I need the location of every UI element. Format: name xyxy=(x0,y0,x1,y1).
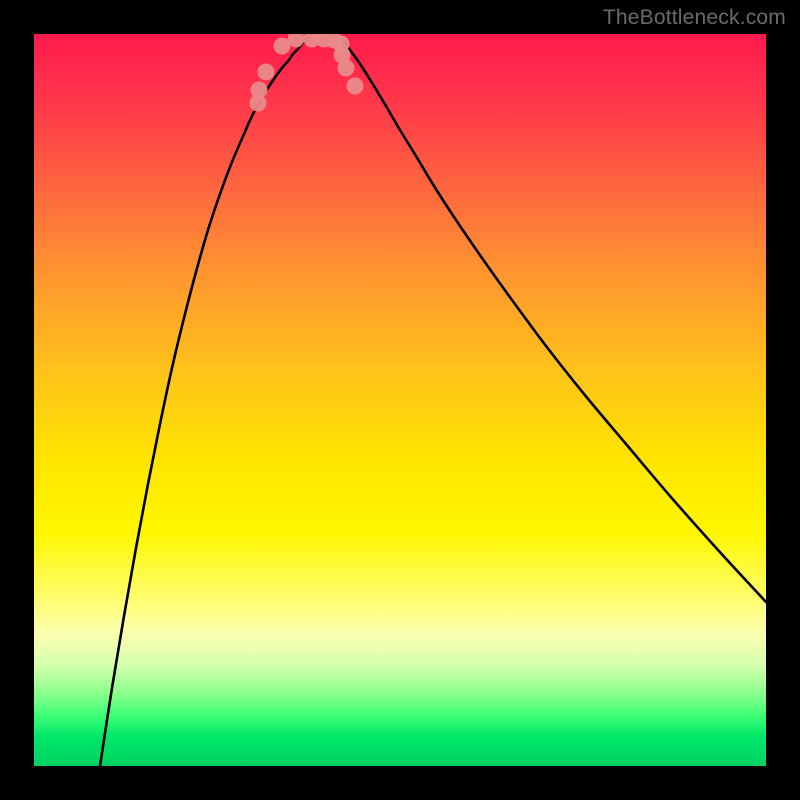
marker-dot xyxy=(347,78,364,95)
curve-overlay xyxy=(34,34,766,766)
plot-area xyxy=(34,34,766,766)
watermark-text: TheBottleneck.com xyxy=(603,6,786,30)
chart-frame: TheBottleneck.com xyxy=(0,0,800,800)
marker-dot xyxy=(258,64,275,81)
left-curve xyxy=(100,38,307,766)
marker-dot xyxy=(251,82,268,99)
marker-dot xyxy=(338,60,355,77)
marker-group xyxy=(250,34,364,112)
right-curve xyxy=(340,36,766,602)
